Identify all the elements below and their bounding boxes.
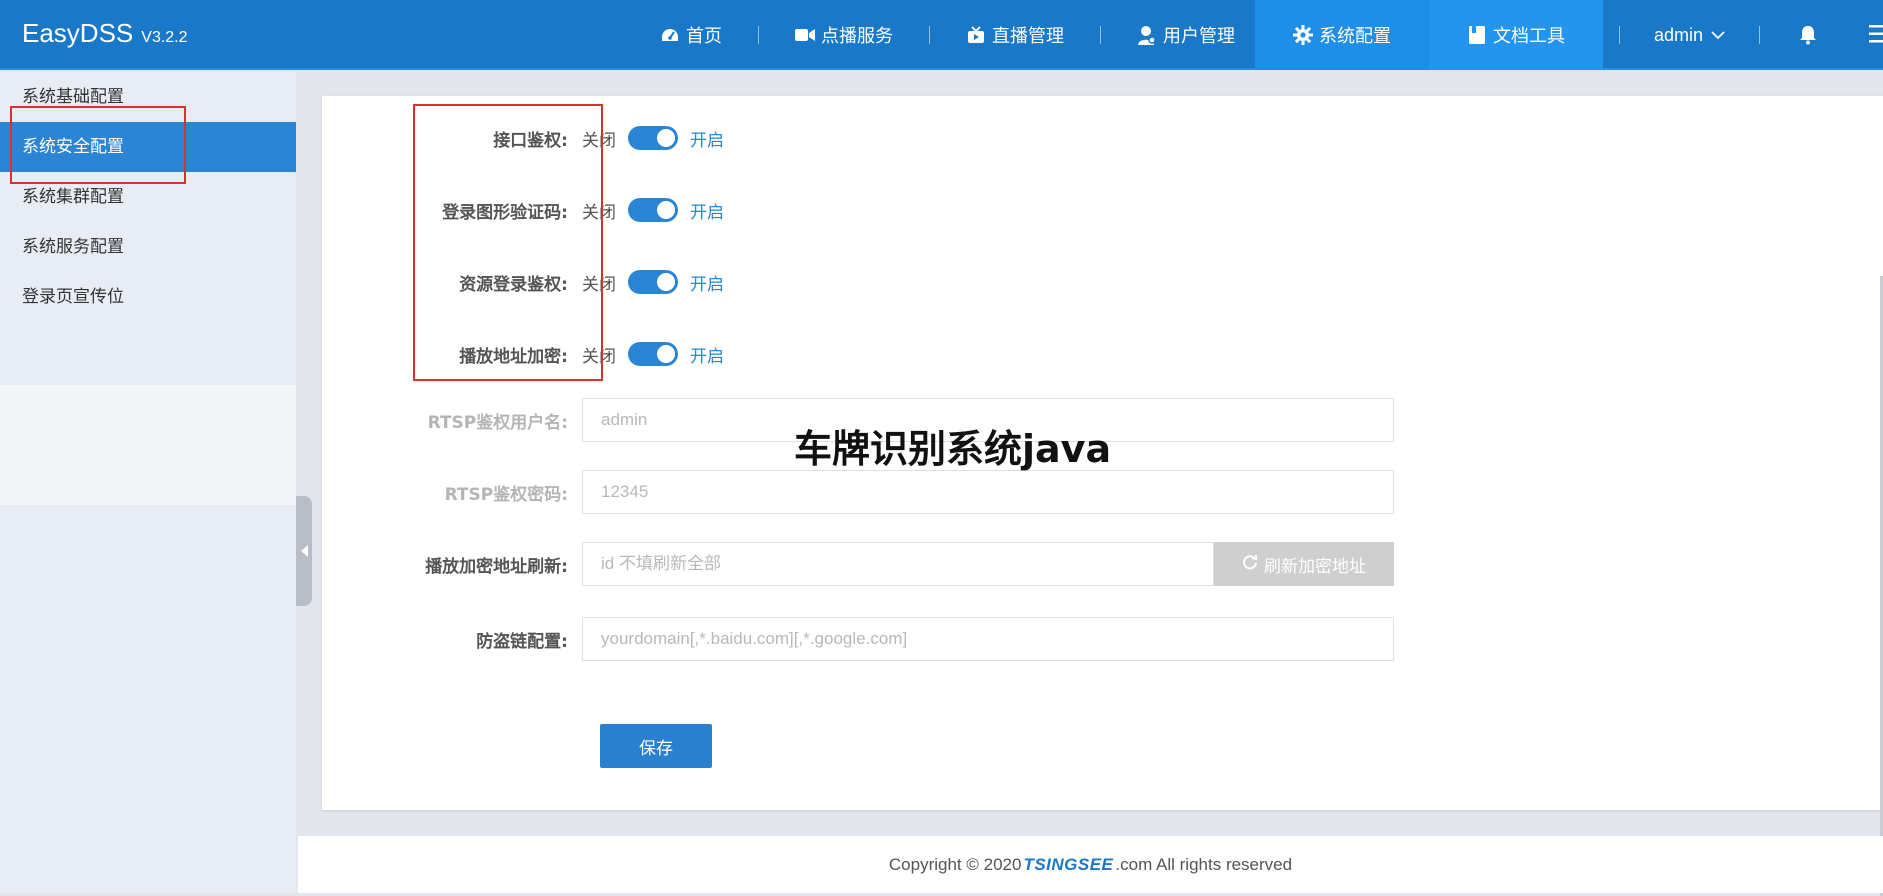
collapse-arrow-icon <box>300 545 308 557</box>
refresh-button-label: 刷新加密地址 <box>1264 556 1366 577</box>
field-row-refresh: 播放加密地址刷新: id 不填刷新全部 刷新加密地址 <box>322 542 1394 586</box>
nav-home-label: 首页 <box>686 26 722 47</box>
nav-docs[interactable]: 文档工具 <box>1429 0 1603 70</box>
switch-knob <box>657 345 675 363</box>
user-icon <box>1137 25 1157 45</box>
switch-on-text: 开启 <box>690 346 724 367</box>
brand[interactable]: EasyDSS V3.2.2 <box>22 18 188 49</box>
nav-system-config-label: 系统配置 <box>1319 26 1391 47</box>
resource-auth-switch[interactable] <box>628 270 678 294</box>
refresh-id-input[interactable]: id 不填刷新全部 <box>582 542 1214 586</box>
nav-divider <box>1619 26 1620 44</box>
rtsp-pass-input[interactable]: 12345 <box>582 470 1394 514</box>
switch-on-text: 开启 <box>690 130 724 151</box>
label-refresh: 播放加密地址刷新: <box>425 556 568 577</box>
switch-knob <box>657 201 675 219</box>
tv-icon <box>966 25 986 45</box>
field-row-hotlink: 防盗链配置: yourdomain[,*.baidu.com][,*.googl… <box>322 617 1394 661</box>
hotlink-input[interactable]: yourdomain[,*.baidu.com][,*.google.com] <box>582 617 1394 661</box>
footer-logo[interactable]: TSINGSEE <box>1023 855 1113 875</box>
video-camera-icon <box>795 25 815 45</box>
nav-users[interactable]: 用户管理 <box>1117 0 1255 70</box>
nav-docs-label: 文档工具 <box>1493 26 1565 47</box>
switch-knob <box>657 273 675 291</box>
switch-on-text: 开启 <box>690 274 724 295</box>
bell-icon[interactable] <box>1796 23 1820 47</box>
captcha-switch[interactable] <box>628 198 678 222</box>
label-rtsp-pass: RTSP鉴权密码: <box>444 484 568 505</box>
user-name: admin <box>1654 24 1704 45</box>
field-row-rtsp-pass: RTSP鉴权密码: 12345 <box>322 470 1394 514</box>
save-button[interactable]: 保存 <box>600 724 712 768</box>
url-encrypt-switch[interactable] <box>628 342 678 366</box>
top-navbar: EasyDSS V3.2.2 首页 点播服务 直播管理 用户管理 系统配置 文档… <box>0 0 1883 70</box>
nav-live[interactable]: 直播管理 <box>946 0 1084 70</box>
highlight-box-toggles <box>413 104 603 381</box>
nav-divider <box>1759 26 1761 44</box>
nav-divider <box>929 26 930 44</box>
nav-divider <box>1100 26 1101 44</box>
nav-vod[interactable]: 点播服务 <box>775 0 913 70</box>
gear-icon <box>1293 25 1313 45</box>
switch-on-text: 开启 <box>690 202 724 223</box>
refresh-encrypt-url-button[interactable]: 刷新加密地址 <box>1214 542 1394 586</box>
highlight-box-sidebar <box>10 106 186 184</box>
brand-version: V3.2.2 <box>141 29 188 46</box>
nav-users-label: 用户管理 <box>1163 26 1235 47</box>
menu-icon[interactable] <box>1869 22 1883 46</box>
watermark-text: 车牌识别系统java <box>794 427 1112 471</box>
sidebar-collapse-handle[interactable] <box>296 496 312 606</box>
label-hotlink: 防盗链配置: <box>476 631 568 652</box>
nav-system-config[interactable]: 系统配置 <box>1255 0 1429 70</box>
nav-divider <box>758 26 759 44</box>
api-auth-switch[interactable] <box>628 126 678 150</box>
nav-live-label: 直播管理 <box>992 26 1064 47</box>
chevron-down-icon <box>1711 30 1725 40</box>
nav-home[interactable]: 首页 <box>640 0 742 70</box>
user-menu[interactable]: admin <box>1636 0 1743 70</box>
sidebar-item-service-config[interactable]: 系统服务配置 <box>0 222 296 272</box>
footer: Copyright © 2020 TSINGSEE .com All right… <box>298 836 1883 893</box>
nav-vod-label: 点播服务 <box>821 26 893 47</box>
footer-prefix: Copyright © 2020 <box>888 854 1022 874</box>
sidebar-lower-area <box>0 505 296 893</box>
dashboard-icon <box>660 25 680 45</box>
footer-suffix: .com All rights reserved <box>1115 854 1293 874</box>
main-nav: 首页 点播服务 直播管理 用户管理 系统配置 文档工具 admin <box>640 0 1840 70</box>
book-icon <box>1467 25 1487 45</box>
sidebar-blank-area <box>0 385 296 505</box>
sidebar-item-login-promo[interactable]: 登录页宣传位 <box>0 272 296 322</box>
switch-knob <box>657 129 675 147</box>
refresh-icon <box>1242 554 1258 575</box>
label-rtsp-user: RTSP鉴权用户名: <box>427 412 568 433</box>
brand-name: EasyDSS <box>22 18 134 48</box>
